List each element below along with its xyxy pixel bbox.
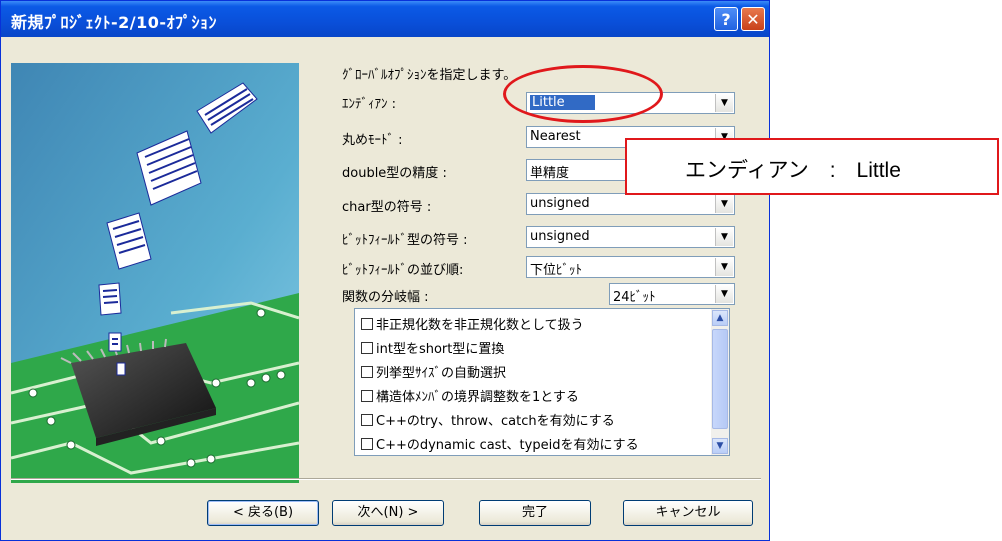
annotation-callout: エンディアン : Little [625,138,999,195]
checkbox[interactable] [361,438,373,450]
checkbox[interactable] [361,414,373,426]
options-checklist[interactable]: 非正規化数を非正規化数として扱う int型をshort型に置換 列挙型ｻｲｽﾞの… [354,308,730,456]
checkbox[interactable] [361,390,373,402]
scroll-down-icon[interactable]: ▼ [712,438,728,454]
char-sign-label: char型の符号 : [342,200,432,215]
double-precision-label: double型の精度 : [342,166,447,181]
chevron-down-icon[interactable]: ▼ [715,195,733,213]
scroll-thumb[interactable] [712,329,728,429]
list-item-label: 列挙型ｻｲｽﾞの自動選択 [376,366,507,381]
chevron-down-icon[interactable]: ▼ [715,228,733,246]
bitfield-sign-label: ﾋﾞｯﾄﾌｨｰﾙﾄﾞ型の符号 : [342,233,468,248]
window-title: 新規ﾌﾟﾛｼﾞｪｸﾄ-2/10-ｵﾌﾟｼｮﾝ [11,13,218,32]
list-item[interactable]: 構造体ﾒﾝﾊﾞの境界調整数を1とする [361,386,579,408]
bitfield-order-dropdown[interactable]: 下位ﾋﾞｯﾄ ▼ [526,256,735,278]
next-button[interactable]: 次へ(N) > [332,500,444,526]
list-item[interactable]: 非正規化数を非正規化数として扱う [361,314,584,336]
list-item[interactable]: C++のtry、throw、catchを有効にする [361,410,615,432]
checkbox[interactable] [361,366,373,378]
list-item-label: 非正規化数を非正規化数として扱う [376,318,584,333]
back-button[interactable]: < 戻る(B) [207,500,319,526]
vertical-scrollbar[interactable]: ▲ ▼ [711,309,729,455]
bitfield-sign-dropdown[interactable]: unsigned ▼ [526,226,735,248]
rounding-mode-value: Nearest [530,129,581,144]
list-item-label: C++のdynamic cast、typeidを有効にする [376,438,639,453]
list-item-label: int型をshort型に置換 [376,342,505,357]
branch-width-value: 24ﾋﾞｯﾄ [613,290,656,305]
list-item[interactable]: int型をshort型に置換 [361,338,504,360]
scroll-up-icon[interactable]: ▲ [712,310,728,326]
close-button[interactable]: ✕ [741,7,765,31]
branch-width-label: 関数の分岐幅 : [342,290,429,305]
chevron-down-icon[interactable]: ▼ [715,94,733,112]
bitfield-sign-value: unsigned [530,229,590,244]
endian-label: ｴﾝﾃﾞｨｱﾝ : [342,97,397,112]
list-item[interactable]: 列挙型ｻｲｽﾞの自動選択 [361,362,506,384]
list-item[interactable]: C++のdynamic cast、typeidを有効にする [361,434,639,455]
finish-button[interactable]: 完了 [479,500,591,526]
wizard-illustration [11,63,299,483]
char-sign-value: unsigned [530,196,590,211]
options-heading: ｸﾞﾛｰﾊﾞﾙｵﾌﾟｼｮﾝを指定します。 [342,68,517,83]
title-bar[interactable]: 新規ﾌﾟﾛｼﾞｪｸﾄ-2/10-ｵﾌﾟｼｮﾝ ? ✕ [1,1,769,37]
bitfield-order-value: 下位ﾋﾞｯﾄ [530,263,583,278]
bitfield-order-label: ﾋﾞｯﾄﾌｨｰﾙﾄﾞの並び順: [342,263,464,278]
list-item-label: 構造体ﾒﾝﾊﾞの境界調整数を1とする [376,390,579,405]
footer-divider [11,478,761,480]
highlight-ellipse [503,65,663,123]
annotation-text: エンディアン : Little [685,159,901,182]
chevron-down-icon[interactable]: ▼ [715,285,733,303]
cancel-button[interactable]: キャンセル [623,500,753,526]
checkbox[interactable] [361,342,373,354]
checkbox[interactable] [361,318,373,330]
branch-width-dropdown[interactable]: 24ﾋﾞｯﾄ ▼ [609,283,735,305]
rounding-mode-label: 丸めﾓｰﾄﾞ : [342,133,403,148]
list-item-label: C++のtry、throw、catchを有効にする [376,414,615,429]
help-button[interactable]: ? [714,7,738,31]
char-sign-dropdown[interactable]: unsigned ▼ [526,193,735,215]
chevron-down-icon[interactable]: ▼ [715,258,733,276]
double-precision-value: 単精度 [530,166,570,181]
